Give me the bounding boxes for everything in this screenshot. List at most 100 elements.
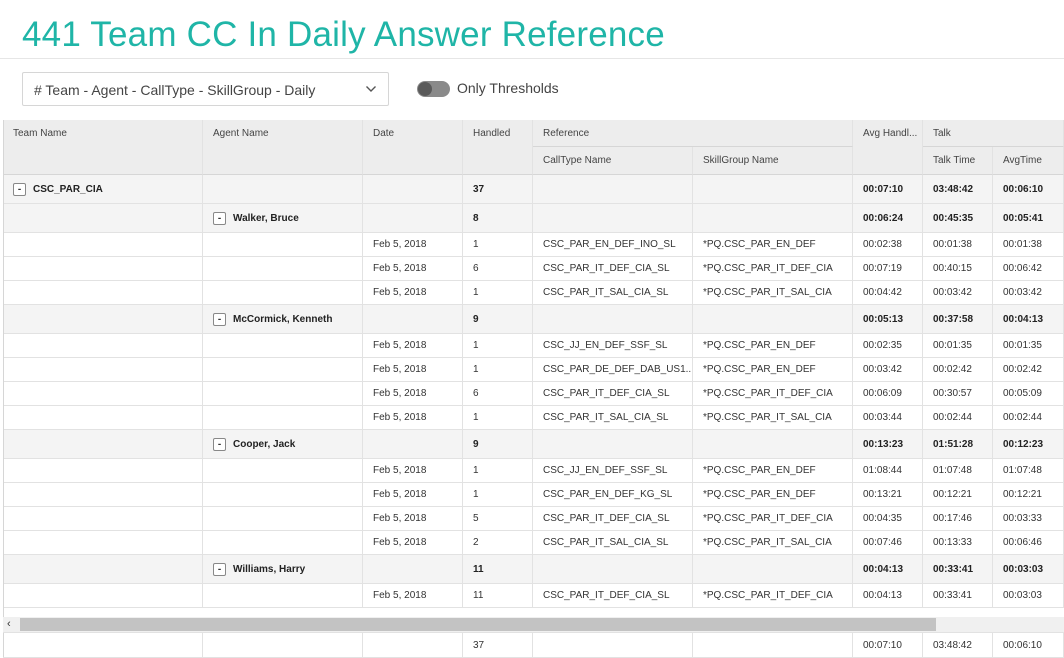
detail-row[interactable]: Feb 5, 2018 5 CSC_PAR_IT_DEF_CIA_SL *PQ.CSC… [3,507,1064,531]
cell-handled: 9 [463,430,533,458]
cell-skillgroup: *PQ.CSC_PAR_IT_DEF_CIA [693,382,853,405]
cell-date: Feb 5, 2018 [363,507,463,530]
cell-text: 1 [473,364,479,375]
cell-team [3,531,203,554]
detail-row[interactable]: Feb 5, 2018 6 CSC_PAR_IT_DEF_CIA_SL *PQ.CSC… [3,382,1064,406]
cell-text: CSC_PAR_DE_DEF_DAB_US1... [543,364,693,375]
cell-talk: 00:13:33 [923,531,993,554]
cell-agent [203,233,363,256]
scrollbar-thumb[interactable] [20,618,936,631]
cell-text: 00:12:21 [1003,489,1042,500]
cell-skillgroup [693,430,853,458]
cell-handled: 1 [463,233,533,256]
detail-row[interactable]: Feb 5, 2018 6 CSC_PAR_IT_DEF_CIA_SL *PQ.CSC… [3,257,1064,281]
cell-agent: - Cooper, Jack [203,430,363,458]
cell-skillgroup [693,175,853,203]
cell-agent [203,175,363,203]
detail-row[interactable]: Feb 5, 2018 1 CSC_JJ_EN_DEF_SSF_SL *PQ.CSC_… [3,334,1064,358]
scroll-left-icon[interactable]: ‹ [7,618,11,630]
totals-team [3,633,203,657]
totals-row: 37 00:07:10 03:48:42 00:06:10 [3,632,1064,658]
cell-avgtime: 00:02:42 [993,358,1064,381]
cell-calltype: CSC_PAR_IT_DEF_CIA_SL [533,382,693,405]
cell-agent: - Walker, Bruce [203,204,363,232]
agent-row[interactable]: - Cooper, Jack 9 00:13:23 01:51:28 00:12:23 [3,430,1064,459]
cell-text: Cooper, Jack [233,438,296,450]
cell-text: CSC_PAR_IT_DEF_CIA_SL [543,513,670,524]
agent-row[interactable]: - Walker, Bruce 8 00:06:24 00:45:35 00:05:41 [3,204,1064,233]
col-header-handled[interactable]: Handled [463,120,533,175]
cell-text: 00:02:44 [933,412,972,423]
cell-skillgroup [693,305,853,333]
detail-row[interactable]: Feb 5, 2018 1 CSC_PAR_EN_DEF_KG_SL *PQ.CSC_… [3,483,1064,507]
col-header-agent[interactable]: Agent Name [203,120,363,175]
cell-avgtime: 00:03:33 [993,507,1064,530]
cell-text: 00:06:24 [863,212,904,224]
col-header-team[interactable]: Team Name [3,120,203,175]
collapse-toggle-icon[interactable]: - [213,211,226,225]
col-header-avgtime[interactable]: AvgTime [993,147,1064,175]
cell-text: Feb 5, 2018 [373,388,427,399]
cell-text: 00:04:35 [863,513,902,524]
agent-row[interactable]: - Williams, Harry 11 00:04:13 00:33:41 00:03:… [3,555,1064,584]
cell-handled: 37 [463,175,533,203]
cell-team [3,281,203,304]
cell-text: 00:13:23 [863,438,904,450]
cell-handled: 1 [463,459,533,482]
cell-date [363,305,463,333]
cell-text: CSC_JJ_EN_DEF_SSF_SL [543,465,668,476]
detail-row[interactable]: Feb 5, 2018 1 CSC_PAR_DE_DEF_DAB_US1... *PQ… [3,358,1064,382]
cell-avgtime: 00:06:42 [993,257,1064,280]
cell-calltype: CSC_PAR_EN_DEF_KG_SL [533,483,693,506]
col-header-calltype[interactable]: CallType Name [533,147,693,175]
cell-text: 00:02:35 [863,340,902,351]
detail-row[interactable]: Feb 5, 2018 1 CSC_PAR_IT_SAL_CIA_SL *PQ.CSC… [3,406,1064,430]
horizontal-scrollbar[interactable]: ‹ [3,617,1064,632]
cell-agent [203,584,363,607]
team-row[interactable]: - CSC_PAR_CIA 37 00:07:10 03:48:42 00:06:10 [3,175,1064,204]
cell-text: McCormick, Kenneth [233,313,333,325]
collapse-toggle-icon[interactable]: - [213,562,226,576]
cell-text: 00:01:35 [933,340,972,351]
cell-text: 1 [473,489,479,500]
collapse-toggle-icon[interactable]: - [13,182,26,196]
chevron-down-icon [366,86,376,92]
cell-text: 00:13:21 [863,489,902,500]
cell-agent [203,257,363,280]
cell-avgtime: 00:06:10 [993,175,1064,203]
col-header-talk-time[interactable]: Talk Time [923,147,993,175]
cell-text: CSC_PAR_EN_DEF_KG_SL [543,489,673,500]
cell-text: 00:06:09 [863,388,902,399]
cell-text: 00:07:46 [863,537,902,548]
cell-text: Walker, Bruce [233,212,299,224]
cell-text: Williams, Harry [233,563,306,575]
detail-row[interactable]: Feb 5, 2018 1 CSC_PAR_EN_DEF_INO_SL *PQ.CSC… [3,233,1064,257]
col-header-avg-handle[interactable]: Avg Handl... [853,120,923,175]
cell-avgtime: 01:07:48 [993,459,1064,482]
detail-row[interactable]: Feb 5, 2018 11 CSC_PAR_IT_DEF_CIA_SL *PQ.CS… [3,584,1064,608]
col-header-skillgroup[interactable]: SkillGroup Name [693,147,853,175]
report-view-select[interactable]: # Team - Agent - CallType - SkillGroup -… [22,72,389,106]
cell-text: CSC_PAR_EN_DEF_INO_SL [543,239,676,250]
totals-handled: 37 [463,633,533,657]
collapse-toggle-icon[interactable]: - [213,437,226,451]
cell-agent [203,382,363,405]
agent-row[interactable]: - McCormick, Kenneth 9 00:05:13 00:37:58 00:0… [3,305,1064,334]
cell-text: 01:51:28 [933,438,974,450]
col-header-date[interactable]: Date [363,120,463,175]
cell-team [3,257,203,280]
detail-row[interactable]: Feb 5, 2018 1 CSC_JJ_EN_DEF_SSF_SL *PQ.CSC_… [3,459,1064,483]
cell-handled: 2 [463,531,533,554]
cell-text: CSC_PAR_IT_SAL_CIA_SL [543,412,669,423]
cell-text: Feb 5, 2018 [373,465,427,476]
cell-text: 6 [473,263,479,274]
cell-date [363,204,463,232]
collapse-toggle-icon[interactable]: - [213,312,226,326]
cell-calltype [533,175,693,203]
detail-row[interactable]: Feb 5, 2018 1 CSC_PAR_IT_SAL_CIA_SL *PQ.CSC… [3,281,1064,305]
only-thresholds-toggle[interactable] [417,81,450,97]
cell-talk: 00:02:44 [923,406,993,429]
cell-text: *PQ.CSC_PAR_IT_SAL_CIA [703,537,832,548]
detail-row[interactable]: Feb 5, 2018 2 CSC_PAR_IT_SAL_CIA_SL *PQ.CSC… [3,531,1064,555]
cell-talk: 03:48:42 [923,175,993,203]
